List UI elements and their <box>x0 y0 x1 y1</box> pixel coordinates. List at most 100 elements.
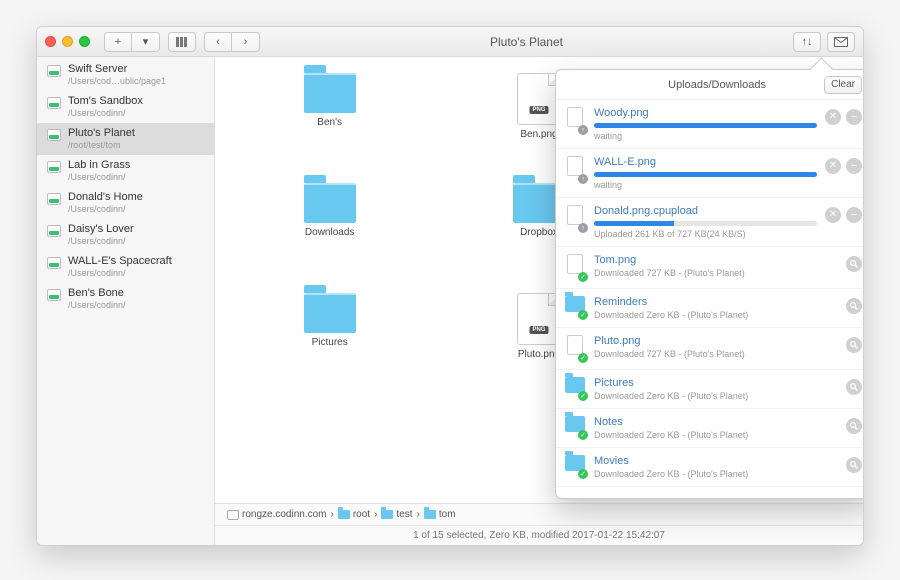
sidebar: Swift Server /Users/cod…ublic/page1 Tom'… <box>37 57 215 545</box>
transfer-row: ✓ Tom.png Downloaded 727 KB - (Pluto's P… <box>556 247 864 289</box>
sidebar-item-name: WALL-E's Spacecraft <box>68 255 172 268</box>
chevron-right-icon: › <box>374 509 377 520</box>
sidebar-item-path: /root/test/tom <box>68 140 135 151</box>
transfers-button[interactable]: ↑↓ <box>793 32 821 52</box>
sidebar-item-path: /Users/codinn/ <box>68 204 143 215</box>
transfer-status: Uploaded 261 KB of 727 KB(24 KB/S) <box>594 228 817 240</box>
reveal-transfer-button[interactable] <box>846 256 862 272</box>
server-icon <box>47 225 61 237</box>
file-item[interactable]: Pictures <box>265 293 395 348</box>
transfer-progress <box>594 172 817 177</box>
success-badge-icon: ✓ <box>578 430 588 440</box>
server-icon <box>47 193 61 205</box>
success-badge-icon: ✓ <box>578 391 588 401</box>
transfer-progress <box>594 123 817 128</box>
transfer-name: Pictures <box>594 376 838 390</box>
sidebar-item-name: Daisy's Lover <box>68 223 134 236</box>
remove-transfer-button[interactable]: – <box>846 109 862 125</box>
sidebar-item[interactable]: Lab in Grass /Users/codinn/ <box>37 155 214 187</box>
transfers-popover: Uploads/Downloads Clear ↑ Woody.png wait… <box>555 69 864 499</box>
reveal-transfer-button[interactable] <box>846 337 862 353</box>
success-badge-icon: ✓ <box>578 310 588 320</box>
transfer-row: ✓ Pluto.png Downloaded 727 KB - (Pluto's… <box>556 328 864 370</box>
transfer-row: ✓ Notes Downloaded Zero KB - (Pluto's Pl… <box>556 409 864 448</box>
sidebar-item[interactable]: Daisy's Lover /Users/codinn/ <box>37 219 214 251</box>
file-item[interactable]: Ben's <box>265 73 395 128</box>
reveal-transfer-button[interactable] <box>846 418 862 434</box>
add-button[interactable]: + <box>104 32 132 52</box>
success-badge-icon: ✓ <box>578 272 588 282</box>
transfer-name: Notes <box>594 415 838 429</box>
transfer-row: ✓ Pictures Downloaded Zero KB - (Pluto's… <box>556 370 864 409</box>
chevron-right-icon: › <box>417 509 420 520</box>
sidebar-item-name: Lab in Grass <box>68 159 130 172</box>
sidebar-item[interactable]: Swift Server /Users/cod…ublic/page1 <box>37 59 214 91</box>
status-bar: 1 of 15 selected, Zero KB, modified 2017… <box>215 525 863 545</box>
clear-transfers-button[interactable]: Clear <box>824 76 862 94</box>
breadcrumb-segment[interactable]: test <box>381 509 412 520</box>
sidebar-item-path: /Users/codinn/ <box>68 236 134 247</box>
minimize-window-button[interactable] <box>62 36 73 47</box>
folder-icon <box>338 510 350 519</box>
transfer-status: Downloaded Zero KB - (Pluto's Planet) <box>594 468 838 480</box>
remove-transfer-button[interactable]: – <box>846 158 862 174</box>
reveal-transfer-button[interactable] <box>846 457 862 473</box>
transfers-header: Uploads/Downloads Clear <box>556 70 864 100</box>
sidebar-item[interactable]: Tom's Sandbox /Users/codinn/ <box>37 91 214 123</box>
cancel-transfer-button[interactable]: ✕ <box>825 207 841 223</box>
folder-icon <box>304 293 356 333</box>
sidebar-item-name: Tom's Sandbox <box>68 95 143 108</box>
sidebar-item-name: Swift Server <box>68 63 166 76</box>
transfers-list: ↑ Woody.png waiting ✕– ↑ WALL-E.png wait… <box>556 100 864 498</box>
sidebar-item-path: /Users/codinn/ <box>68 108 143 119</box>
transfer-status: Downloaded 727 KB - (Pluto's Planet) <box>594 267 838 279</box>
titlebar: + ▾ ‹ › Pluto's Planet ↑↓ <box>37 27 863 57</box>
sidebar-item-name: Ben's Bone <box>68 287 126 300</box>
transfer-row: ↑ Donald.png.cpupload Uploaded 261 KB of… <box>556 198 864 247</box>
path-bar: rongze.codinn.com›root›test›tom <box>215 503 863 525</box>
window-title: Pluto's Planet <box>268 35 785 49</box>
close-window-button[interactable] <box>45 36 56 47</box>
sidebar-item-name: Donald's Home <box>68 191 143 204</box>
sidebar-item[interactable]: WALL-E's Spacecraft /Users/codinn/ <box>37 251 214 283</box>
server-icon <box>47 129 61 141</box>
document-icon <box>567 254 583 274</box>
view-mode-button[interactable] <box>168 32 196 52</box>
back-button[interactable]: ‹ <box>204 32 232 52</box>
file-label: Ben.png <box>520 129 557 140</box>
cancel-transfer-button[interactable]: ✕ <box>825 109 841 125</box>
host-icon <box>227 510 239 520</box>
mail-button[interactable] <box>827 32 855 52</box>
remove-transfer-button[interactable]: – <box>846 207 862 223</box>
transfer-row: ↑ Woody.png waiting ✕– <box>556 100 864 149</box>
breadcrumb-segment[interactable]: root <box>338 509 370 520</box>
transfer-status: Downloaded 727 KB - (Pluto's Planet) <box>594 348 838 360</box>
reveal-transfer-button[interactable] <box>846 379 862 395</box>
breadcrumb-segment[interactable]: tom <box>424 509 456 520</box>
file-label: Ben's <box>317 117 342 128</box>
transfer-name: Reminders <box>594 295 838 309</box>
zoom-window-button[interactable] <box>79 36 90 47</box>
document-icon <box>567 205 583 225</box>
transfer-status: Downloaded Zero KB - (Pluto's Planet) <box>594 309 838 321</box>
folder-icon <box>304 73 356 113</box>
server-icon <box>47 65 61 77</box>
sidebar-item[interactable]: Pluto's Planet /root/test/tom <box>37 123 214 155</box>
reveal-transfer-button[interactable] <box>846 298 862 314</box>
file-label: Dropbox <box>520 227 558 238</box>
sidebar-item[interactable]: Ben's Bone /Users/codinn/ <box>37 283 214 315</box>
transfer-name: Donald.png.cpupload <box>594 204 817 218</box>
file-item[interactable]: Downloads <box>265 183 395 238</box>
folder-icon <box>424 510 436 519</box>
breadcrumb-host[interactable]: rongze.codinn.com <box>242 509 327 520</box>
cancel-transfer-button[interactable]: ✕ <box>825 158 841 174</box>
transfer-name: Pluto.png <box>594 334 838 348</box>
sidebar-item[interactable]: Donald's Home /Users/codinn/ <box>37 187 214 219</box>
app-window: + ▾ ‹ › Pluto's Planet ↑↓ Swift Server /… <box>36 26 864 546</box>
transfer-name: Woody.png <box>594 106 817 120</box>
file-label: Pictures <box>312 337 348 348</box>
sidebar-item-name: Pluto's Planet <box>68 127 135 140</box>
sidebar-item-path: /Users/codinn/ <box>68 300 126 311</box>
add-menu-button[interactable]: ▾ <box>132 32 160 52</box>
forward-button[interactable]: › <box>232 32 260 52</box>
